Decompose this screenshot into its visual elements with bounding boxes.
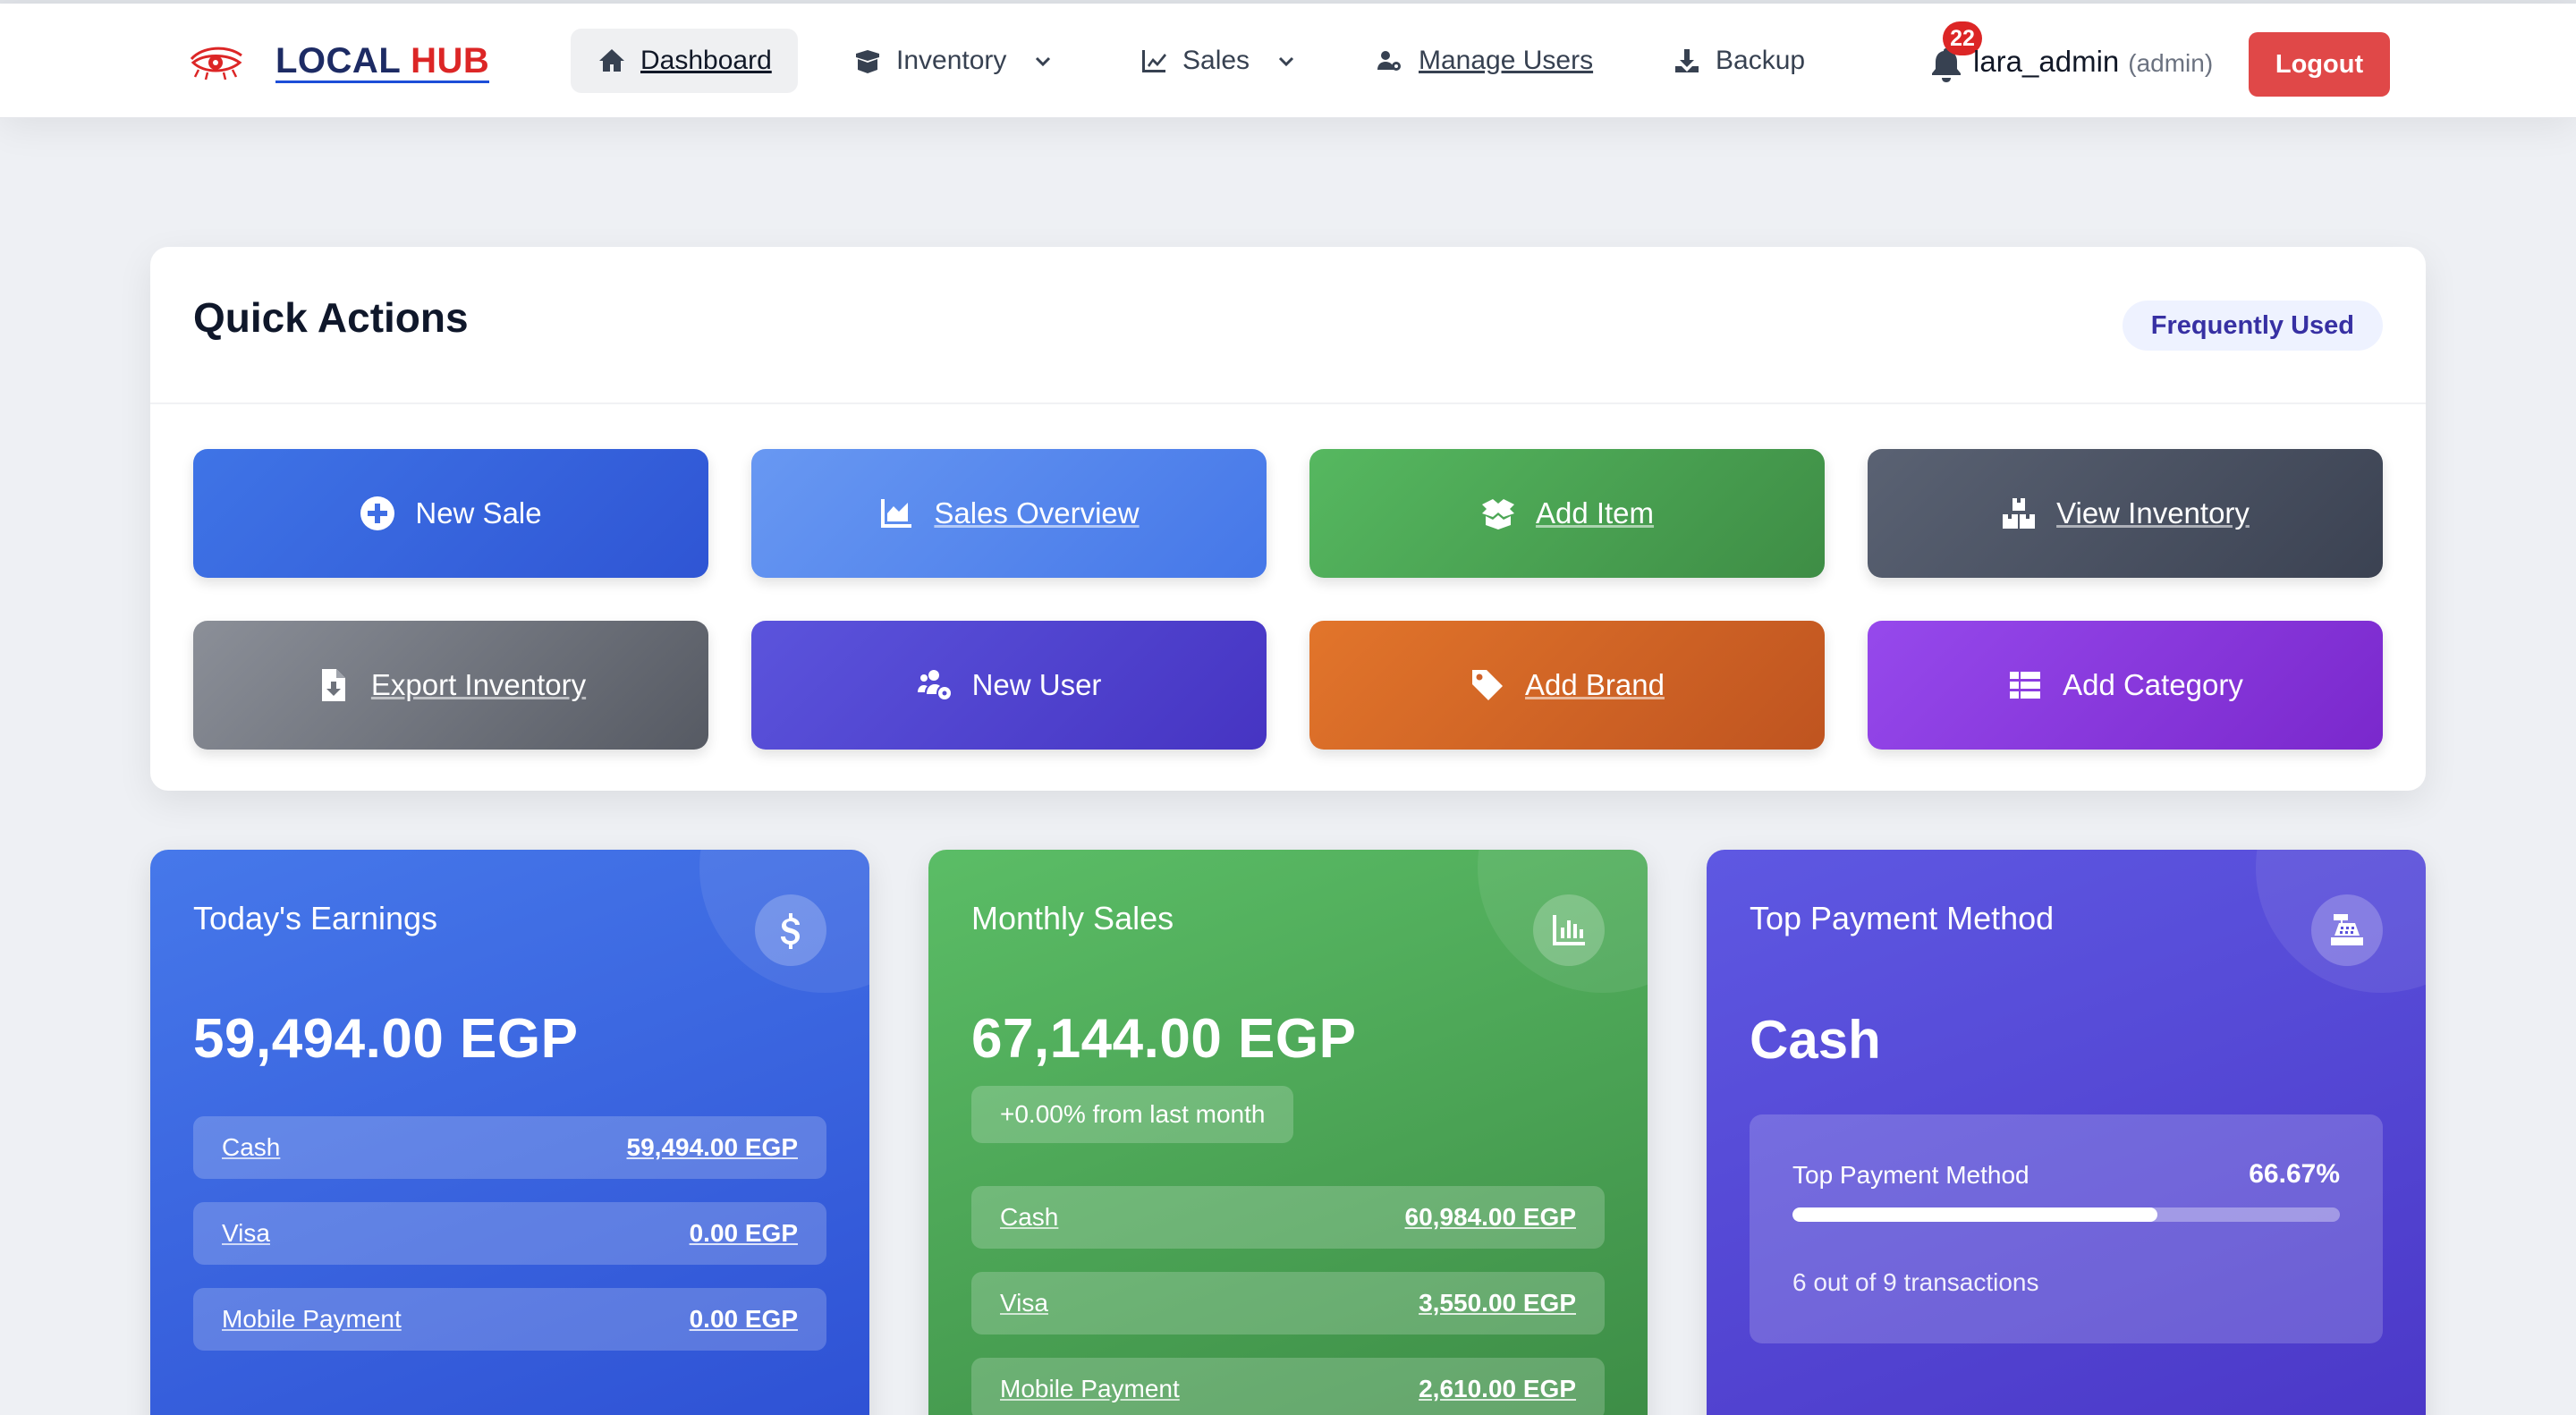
payment-method-amount: 3,550.00 EGP	[1419, 1289, 1576, 1317]
tag-icon	[1472, 670, 1504, 700]
monthly-sales-value: 67,144.00 EGP	[971, 1008, 1357, 1070]
users-cog-icon	[1377, 51, 1401, 71]
top-payment-method-title: Top Payment Method	[1750, 900, 2055, 936]
add-category-label: Add Category	[2063, 668, 2243, 701]
add-item-label: Add Item	[1535, 496, 1655, 530]
quick-actions-title: Quick Actions	[193, 294, 469, 341]
transactions-note: 6 out of 9 transactions	[1792, 1268, 2039, 1296]
home-icon	[599, 49, 624, 72]
top-payment-method-card: Top Payment Method Cash Top Payment Meth…	[1707, 850, 2426, 1415]
users-cog-icon	[917, 670, 951, 699]
top-payment-progress-label: Top Payment Method	[1792, 1161, 2029, 1189]
add-item-button[interactable]: Add Item	[1309, 449, 1825, 578]
sales-overview-label: Sales Overview	[934, 496, 1140, 530]
payment-method-amount: 0.00 EGP	[689, 1219, 798, 1247]
top-payment-progress-box: Top Payment Method 66.67% 6 out of 9 tra…	[1750, 1114, 2383, 1343]
export-inventory-button[interactable]: Export Inventory	[193, 621, 708, 750]
chevron-down-icon	[1278, 56, 1294, 67]
top-payment-percentage: 66.67%	[2249, 1159, 2340, 1189]
nav-inventory-label: Inventory	[896, 46, 1007, 75]
user-role: (admin)	[2128, 49, 2214, 77]
nav-backup[interactable]: Backup	[1646, 29, 1832, 93]
top-payment-progress-track	[1792, 1207, 2340, 1222]
payment-method-amount: 0.00 EGP	[689, 1305, 798, 1333]
top-payment-progress-fill	[1792, 1207, 2158, 1222]
monthly-visa-row[interactable]: Visa 3,550.00 EGP	[971, 1272, 1605, 1335]
add-brand-button[interactable]: Add Brand	[1309, 621, 1825, 750]
frequently-used-badge: Frequently Used	[2122, 301, 2383, 351]
payment-method-amount: 60,984.00 EGP	[1404, 1203, 1576, 1231]
sales-overview-button[interactable]: Sales Overview	[751, 449, 1267, 578]
nav-dashboard[interactable]: Dashboard	[571, 29, 798, 93]
logout-button[interactable]: Logout	[2249, 32, 2390, 97]
box-open-icon	[1481, 499, 1514, 530]
line-chart-icon	[1142, 50, 1166, 72]
quick-actions-header: Quick Actions Frequently Used	[150, 247, 2426, 404]
monthly-sales-title: Monthly Sales	[971, 900, 1174, 936]
download-icon	[1675, 49, 1699, 72]
chart-area-icon	[881, 499, 912, 528]
monthly-sales-card: Monthly Sales 67,144.00 EGP +0.00% from …	[928, 850, 1648, 1415]
todays-earnings-title: Today's Earnings	[193, 900, 438, 936]
new-sale-button[interactable]: New Sale	[193, 449, 708, 578]
top-payment-method-value: Cash	[1750, 1010, 1881, 1070]
th-list-icon	[2010, 672, 2041, 699]
new-user-label: New User	[971, 668, 1102, 701]
add-brand-label: Add Brand	[1525, 668, 1665, 701]
nav-manage-users[interactable]: Manage Users	[1349, 29, 1620, 93]
file-export-icon	[321, 669, 345, 701]
nav-manage-users-label: Manage Users	[1419, 46, 1594, 75]
new-sale-label: New Sale	[415, 496, 542, 530]
earnings-mobile-payment-row[interactable]: Mobile Payment 0.00 EGP	[193, 1288, 826, 1351]
nav-sales-label: Sales	[1182, 46, 1250, 75]
cash-register-icon	[2311, 894, 2383, 966]
brand-name: LOCAL HUB	[275, 43, 490, 83]
monthly-change-badge: +0.00% from last month	[971, 1086, 1294, 1143]
payment-method-name: Cash	[222, 1133, 281, 1161]
monthly-mobile-payment-row[interactable]: Mobile Payment 2,610.00 EGP	[971, 1358, 1605, 1415]
payment-method-name: Mobile Payment	[222, 1305, 402, 1333]
payment-method-amount: 59,494.00 EGP	[626, 1133, 798, 1161]
eye-logo-icon	[190, 47, 242, 80]
box-open-icon	[856, 50, 879, 73]
dollar-icon	[755, 894, 826, 966]
view-inventory-button[interactable]: View Inventory	[1868, 449, 2383, 578]
monthly-cash-row[interactable]: Cash 60,984.00 EGP	[971, 1186, 1605, 1249]
brand-logo-link[interactable]: LOCAL HUB	[188, 38, 490, 88]
chevron-down-icon	[1036, 56, 1051, 67]
nav-inventory[interactable]: Inventory	[826, 29, 1080, 93]
payment-method-name: Cash	[1000, 1203, 1059, 1231]
todays-earnings-value: 59,494.00 EGP	[193, 1008, 579, 1070]
nav-dashboard-label: Dashboard	[640, 46, 772, 75]
earnings-visa-row[interactable]: Visa 0.00 EGP	[193, 1202, 826, 1265]
boxes-icon	[2003, 498, 2036, 529]
payment-method-amount: 2,610.00 EGP	[1419, 1375, 1576, 1402]
add-category-button[interactable]: Add Category	[1868, 621, 2383, 750]
payment-method-name: Mobile Payment	[1000, 1375, 1180, 1402]
earnings-cash-row[interactable]: Cash 59,494.00 EGP	[193, 1116, 826, 1179]
username: lara_admin	[1973, 45, 2120, 78]
nav-backup-label: Backup	[1716, 46, 1806, 75]
view-inventory-label: View Inventory	[2056, 496, 2250, 530]
top-navbar: LOCAL HUB Dashboard Inventory Sales Mana…	[0, 4, 2576, 118]
todays-earnings-card: Today's Earnings 59,494.00 EGP Cash 59,4…	[150, 850, 869, 1415]
nav-sales[interactable]: Sales	[1113, 29, 1323, 93]
export-inventory-label: Export Inventory	[370, 668, 587, 701]
payment-method-name: Visa	[222, 1219, 270, 1247]
bar-chart-icon	[1533, 894, 1605, 966]
plus-circle-icon	[360, 496, 395, 530]
user-info[interactable]: lara_admin (admin)	[1973, 45, 2213, 79]
new-user-button[interactable]: New User	[751, 621, 1267, 750]
quick-actions-card: Quick Actions Frequently Used New Sale S…	[150, 247, 2426, 791]
payment-method-name: Visa	[1000, 1289, 1048, 1317]
